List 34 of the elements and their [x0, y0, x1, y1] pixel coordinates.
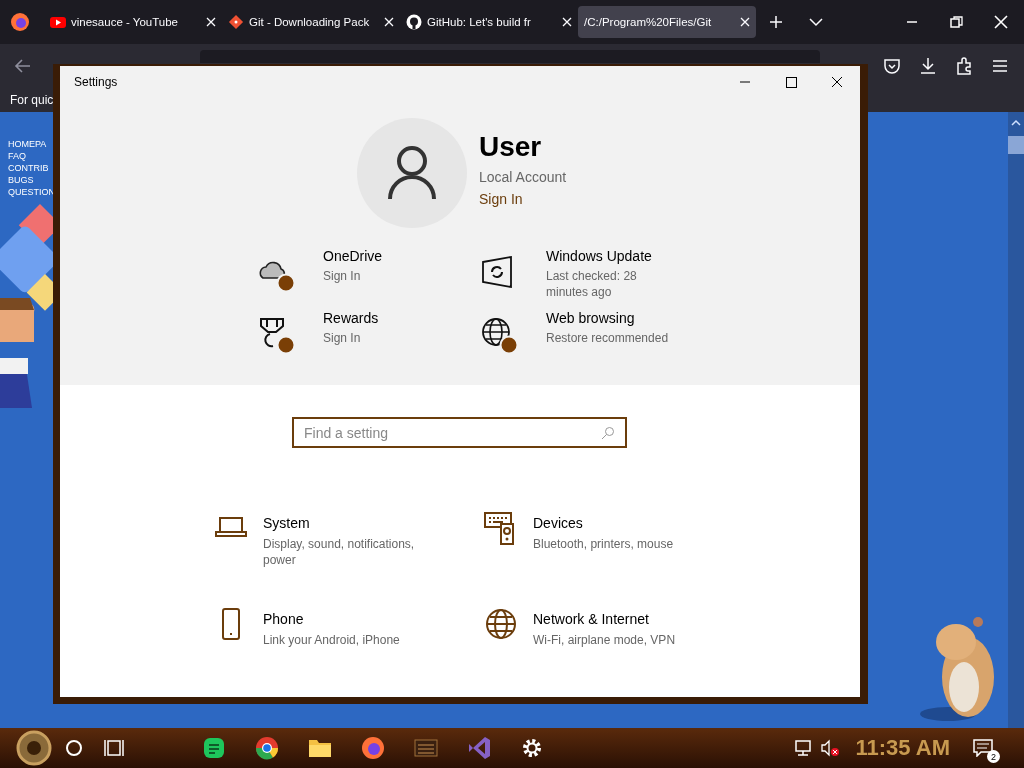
service-title[interactable]: Web browsing — [546, 310, 635, 326]
sign-in-link[interactable]: Sign In — [479, 191, 523, 207]
bookmark-text: For quic — [10, 93, 54, 107]
service-status: Restore recommended — [546, 330, 669, 346]
service-title[interactable]: OneDrive — [323, 248, 383, 264]
category-title[interactable]: Devices — [533, 515, 583, 531]
nav-link[interactable]: HOMEPA — [8, 138, 47, 150]
nav-link[interactable]: FAQ — [8, 150, 26, 162]
category-description: Wi-Fi, airplane mode, VPN — [533, 632, 676, 648]
nav-link[interactable]: CONTRIB — [8, 162, 49, 174]
category-description: Bluetooth, printers, mouse — [533, 536, 674, 552]
user-name: User — [479, 131, 542, 163]
category-description: Link your Android, iPhone — [263, 632, 400, 648]
service-title[interactable]: Rewards — [323, 310, 379, 326]
clock[interactable]: 11:35 AM — [855, 735, 950, 761]
service-status: Sign In — [323, 268, 361, 284]
category-title[interactable]: System — [263, 515, 310, 531]
browser-tab[interactable]: Git - Downloading Pack — [222, 6, 400, 38]
account-type: Local Account — [479, 169, 567, 185]
service-status: Sign In — [323, 330, 361, 346]
browser-tab[interactable]: /C:/Program%20Files/Git — [578, 6, 756, 38]
category-description: Display, sound, notifications, power — [263, 536, 416, 568]
category-title[interactable]: Phone — [263, 611, 304, 627]
service-title[interactable]: Windows Update — [546, 248, 652, 264]
service-status: Last checked: 28 minutes ago — [546, 268, 638, 300]
nav-link[interactable]: QUESTION — [8, 186, 55, 198]
search-field[interactable]: Find a setting — [292, 417, 627, 448]
browser-tab[interactable]: GitHub: Let's build fr — [400, 6, 578, 38]
category-title[interactable]: Network & Internet — [533, 611, 649, 627]
browser-tab[interactable]: vinesauce - YouTube — [44, 6, 222, 38]
window-title: Settings — [74, 75, 118, 89]
notification-button[interactable]: 2 — [968, 733, 998, 763]
notification-count: 2 — [987, 750, 1000, 763]
nav-link[interactable]: BUGS — [8, 174, 34, 186]
